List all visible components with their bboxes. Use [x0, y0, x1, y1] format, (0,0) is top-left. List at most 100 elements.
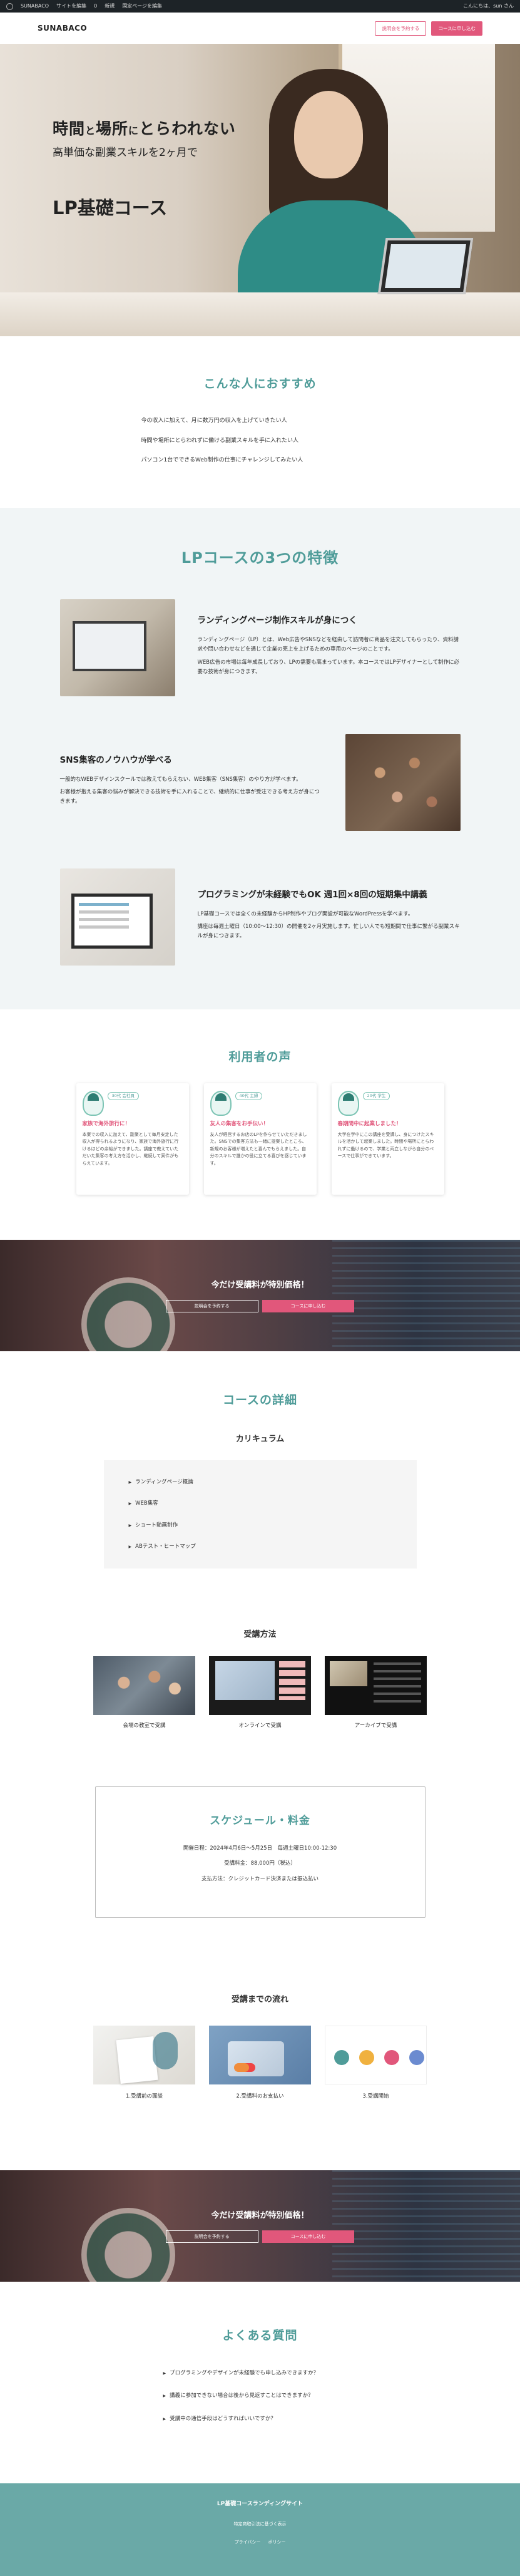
schedule-title: スケジュール・料金 — [210, 1814, 310, 1827]
feature-image-laptop — [59, 599, 175, 696]
classroom-image — [93, 1656, 195, 1715]
feature-item: ランディングページ制作スキルが身につく ランディングページ（LP）とは、Web広… — [59, 599, 461, 696]
voices-section: 利用者の声 30代 会社員 家族で海外旅行に！ 本業での収入に加えて、副業として… — [0, 1009, 520, 1240]
voice-body: 大学在学中にこの講座を受講し、身につけたスキルを活かして起業しました。時間や場所… — [337, 1131, 434, 1159]
feature-text: LP基礎コースでは全くの未経験からHP制作やブログ開設が可能なWordPress… — [197, 910, 414, 917]
header-apply-button[interactable]: コースに申し込む — [431, 21, 482, 36]
site-header: SUNABACO 説明会を予約する コースに申し込む — [0, 13, 520, 44]
site-footer: LP基礎コースランディングサイト 特定商取引法に基づく表示 プライバシー ポリシ… — [0, 2483, 520, 2576]
method-label: オンラインで受講 — [238, 1722, 282, 1729]
faq-item[interactable]: プログラミングやデザインが未経験でも申し込みできますか？ — [163, 2362, 357, 2384]
voice-tag: 40代 主婦 — [235, 1092, 263, 1101]
cta-title: 今だけ受講料が特別価格！ — [211, 1280, 309, 1291]
method-label: 会場の教室で受講 — [123, 1722, 166, 1729]
admin-edit-page-link[interactable]: 固定ページを編集 — [122, 2, 162, 11]
feature-item: SNS集客のノウハウが学べる 一般的なWEBデザインスクールでは教えてもらえない… — [59, 733, 461, 831]
curriculum-list: ランディングページ概論 WEB集客 ショート動画制作 ABテスト・ヒートマップ — [103, 1460, 417, 1569]
hero-woman-face — [294, 91, 363, 178]
features-title: LPコースの3つの特徴 — [181, 549, 339, 567]
feature-heading: SNS集客のノウハウが学べる — [59, 755, 172, 765]
schedule-fee: 受講料金：88,000円（税込） — [224, 1860, 296, 1867]
header-reserve-button[interactable]: 説明会を予約する — [375, 21, 427, 36]
schedule-payment: 支払方法：クレジットカード決済または振込払い — [201, 1875, 319, 1882]
recommend-item: 時間や場所にとらわれずに働ける副業スキルを手に入れたい人 — [141, 437, 299, 444]
hero-copy: 時間と場所にとらわれない 高単価な副業スキルを2ヶ月で LP基礎コース — [53, 116, 236, 224]
schedule-dates: 開催日程：2024年4月6日〜5月25日 毎週土曜日10:00-12:30 — [183, 1845, 337, 1852]
feature-image-crowd — [345, 733, 461, 831]
feature-text: ランディングページ（LP）とは、Web広告やSNSなどを経由して訪問者に商品を注… — [197, 637, 459, 653]
voice-body: 友人が経営するお店のLPを作らせていただきました。SNSでの集客方法も一緒に提案… — [210, 1131, 307, 1166]
recommend-section: こんな人におすすめ 今の収入に加えて、月に数万円の収入を上げていきたい人 時間や… — [0, 336, 520, 508]
avatar — [82, 1091, 104, 1116]
faq-item[interactable]: 受講中の通信手段はどうすればいいですか？ — [163, 2408, 357, 2430]
admin-site-link[interactable]: SUNABACO — [21, 2, 49, 11]
features-section: LPコースの3つの特徴 ランディングページ制作スキルが身につく ランディングペー… — [0, 508, 520, 1009]
hero: 時間と場所にとらわれない 高単価な副業スキルを2ヶ月で LP基礎コース — [0, 44, 520, 336]
footer-privacy-link[interactable]: プライバシー — [235, 2539, 261, 2547]
cta-reserve-button[interactable]: 説明会を予約する — [165, 2230, 258, 2243]
start-image — [325, 2026, 427, 2085]
admin-comments-link[interactable]: 0 — [94, 2, 97, 11]
flow-section: 受講までの流れ 1.受講前の面談 2.受講料のお支払い 3.受講開始 — [0, 1918, 520, 2170]
hero-laptop — [377, 238, 474, 294]
cta-apply-button[interactable]: コースに申し込む — [262, 1300, 355, 1313]
online-image — [209, 1656, 311, 1715]
feature-heading: プログラミングが未経験でもOK 週1回×8回の短期集中講義 — [197, 889, 427, 900]
voice-card: 20代 学生 春期間中に起業しました！ 大学在学中にこの講座を受講し、身につけた… — [331, 1083, 444, 1195]
curriculum-item: ショート動画制作 — [129, 1515, 392, 1536]
feature-item: プログラミングが未経験でもOK 週1回×8回の短期集中講義 LP基礎コースでは全… — [59, 868, 461, 966]
admin-customize-link[interactable]: サイトを編集 — [56, 2, 86, 11]
method-classroom: 会場の教室で受講 — [93, 1656, 195, 1730]
feature-text: 講座は毎週土曜日（10:00〜12:30）の開催を2ヶ月実施します。忙しい人でも… — [197, 924, 460, 940]
flow-step-label: 2.受講料のお支払い — [236, 2093, 284, 2100]
admin-bar: SUNABACO サイトを編集 0 新規 固定ページを編集 こんにちは、sun … — [0, 0, 520, 13]
voice-tag: 20代 学生 — [362, 1092, 390, 1101]
voice-card: 40代 主婦 友人の集客をお手伝い！ 友人が経営するお店のLPを作らせていただき… — [203, 1083, 317, 1195]
hero-headline: 時間と場所にとらわれない — [53, 120, 236, 138]
site-logo[interactable]: SUNABACO — [38, 22, 87, 34]
archive-image — [325, 1656, 427, 1715]
hero-subheadline: 高単価な副業スキルを2ヶ月で — [53, 146, 198, 159]
cta-banner-bottom: 今だけ受講料が特別価格！ 説明会を予約する コースに申し込む — [0, 2170, 520, 2282]
curriculum-title: カリキュラム — [235, 1434, 285, 1444]
cta-title: 今だけ受講料が特別価格！ — [211, 2210, 309, 2220]
course-detail-title: コースの詳細 — [222, 1393, 298, 1408]
voices-title: 利用者の声 — [228, 1049, 292, 1064]
feature-heading: ランディングページ制作スキルが身につく — [197, 616, 357, 626]
payment-image — [209, 2026, 311, 2085]
course-detail-section: コースの詳細 カリキュラム ランディングページ概論 WEB集客 ショート動画制作… — [0, 1351, 520, 1730]
voice-tag: 30代 会社員 — [107, 1092, 139, 1101]
cta-apply-button[interactable]: コースに申し込む — [262, 2230, 355, 2243]
cta-banner: 今だけ受講料が特別価格！ 説明会を予約する コースに申し込む — [0, 1240, 520, 1352]
flow-step: 2.受講料のお支払い — [209, 2026, 311, 2101]
flow-step-label: 1.受講前の面談 — [125, 2093, 163, 2100]
voice-headline: 友人の集客をお手伝い！ — [210, 1121, 269, 1128]
flow-step: 1.受講前の面談 — [93, 2026, 195, 2101]
curriculum-item: ABテスト・ヒートマップ — [129, 1536, 392, 1557]
avatar — [210, 1091, 232, 1116]
wordpress-icon[interactable] — [6, 3, 13, 10]
faq-item[interactable]: 講義に参加できない場合は後から見返すことはできますか？ — [163, 2384, 357, 2407]
method-online: オンラインで受講 — [209, 1656, 311, 1730]
flow-step: 3.受講開始 — [325, 2026, 427, 2101]
methods-title: 受講方法 — [243, 1630, 277, 1640]
feature-text: WEB広告の市場は毎年成長しており、LPの需要も高まっています。本コースではLP… — [197, 659, 460, 675]
footer-legal-link[interactable]: 特定商取引法に基づく表示 — [0, 2521, 520, 2528]
recommend-item: 今の収入に加えて、月に数万円の収入を上げていきたい人 — [141, 418, 287, 425]
admin-greeting[interactable]: こんにちは、sun さん — [463, 2, 514, 11]
voice-headline: 春期間中に起業しました！ — [337, 1121, 402, 1128]
feature-text: 一般的なWEBデザインスクールでは教えてもらえない、WEB集客（SNS集客）のや… — [59, 776, 302, 783]
flow-step-label: 3.受講開始 — [362, 2093, 389, 2100]
avatar — [337, 1091, 359, 1116]
cta-reserve-button[interactable]: 説明会を予約する — [165, 1300, 258, 1313]
hero-course-name: LP基礎コース — [53, 197, 168, 219]
flow-title: 受講までの流れ — [231, 1995, 288, 2005]
admin-new-link[interactable]: 新規 — [105, 2, 115, 11]
recommend-title: こんな人におすすめ — [203, 377, 317, 391]
curriculum-item: WEB集客 — [129, 1493, 392, 1514]
schedule-section: スケジュール・料金 開催日程：2024年4月6日〜5月25日 毎週土曜日10:0… — [0, 1730, 520, 1919]
voice-card: 30代 会社員 家族で海外旅行に！ 本業での収入に加えて、副業として毎月安定した… — [76, 1083, 189, 1195]
interview-image — [93, 2026, 195, 2085]
footer-policy-link[interactable]: ポリシー — [268, 2539, 285, 2547]
faq-title: よくある質問 — [222, 2328, 298, 2342]
